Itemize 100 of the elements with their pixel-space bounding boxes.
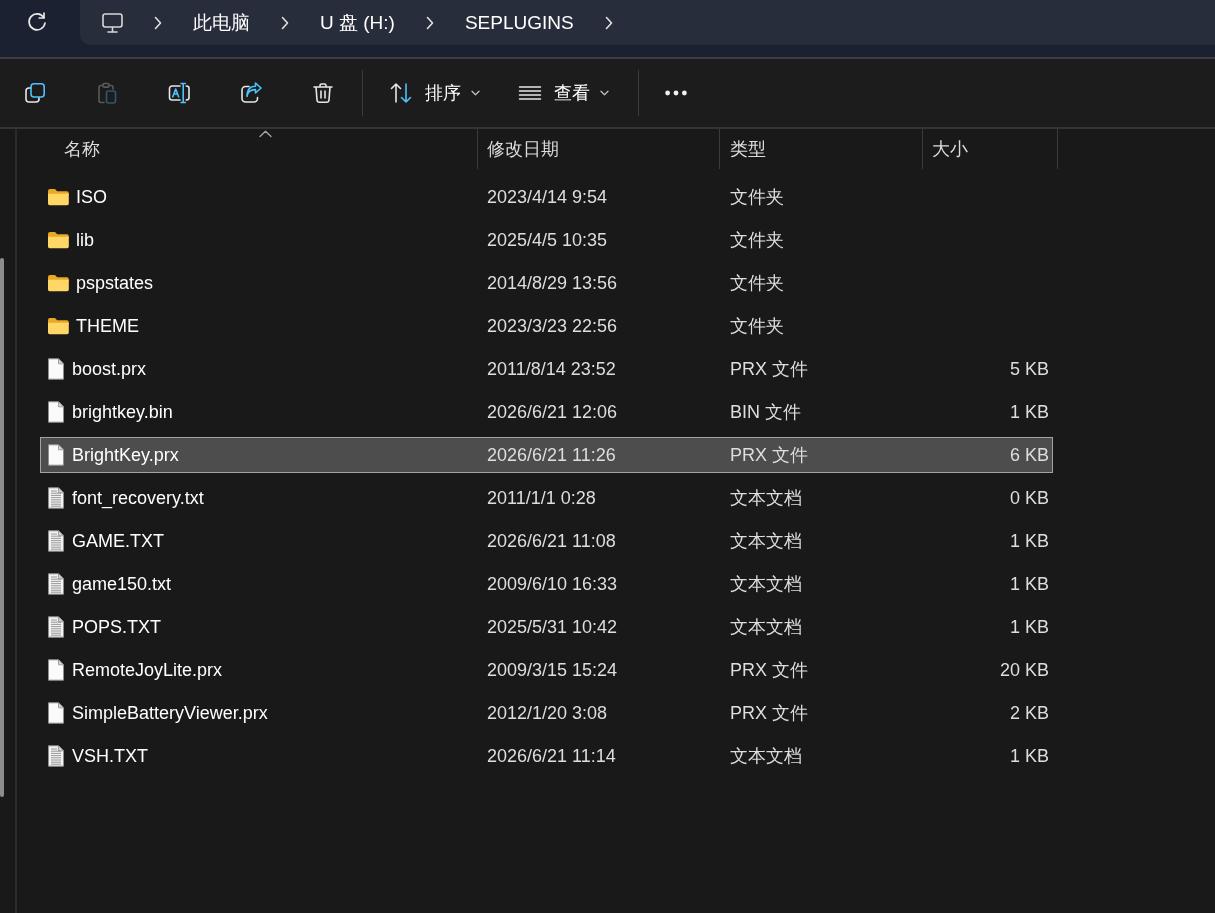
file-name: SimpleBatteryViewer.prx [72,702,268,724]
chevron-right-icon[interactable] [604,15,613,30]
file-name: pspstates [76,272,154,294]
file-row[interactable]: lib 2025/4/5 10:35 文件夹 [40,222,1053,258]
chevron-right-icon[interactable] [425,15,434,30]
file-size: 1 KB [1009,530,1049,552]
file-size: 1 KB [1009,401,1049,423]
modified-date: 2025/5/31 10:42 [487,616,618,638]
file-row[interactable]: font_recovery.txt 2011/1/1 0:28 文本文档 0 KB [40,480,1053,516]
chevron-right-icon[interactable] [281,15,289,30]
file-size: 5 KB [1009,358,1049,380]
file-row[interactable]: pspstates 2014/8/29 13:56 文件夹 [40,265,1053,301]
file-type: 文件夹 [730,315,784,338]
file-row[interactable]: brightkey.bin 2026/6/21 12:06 BIN 文件 1 KB [40,394,1053,430]
file-size: 1 KB [1009,745,1049,767]
file-type: PRX 文件 [730,358,808,381]
file-name: GAME.TXT [72,530,164,552]
file-type: PRX 文件 [730,444,808,467]
file-type: PRX 文件 [730,702,808,725]
sort-icon [389,81,413,105]
file-name: BrightKey.prx [72,444,179,466]
folder-icon [47,317,69,335]
file-row[interactable]: GAME.TXT 2026/6/21 11:08 文本文档 1 KB [40,523,1053,559]
document-icon [47,487,65,509]
folder-icon [47,188,69,206]
file-type: 文本文档 [730,573,802,596]
file-icon [47,401,65,423]
address-bar[interactable]: 此电脑 U 盘 (H:) SEPLUGINS [80,0,1215,45]
document-icon [47,530,65,552]
chevron-right-icon[interactable] [154,15,162,30]
file-type: PRX 文件 [730,659,808,682]
file-name: font_recovery.txt [72,487,204,509]
file-name: POPS.TXT [72,616,161,638]
more-icon[interactable] [665,90,687,96]
modified-date: 2026/6/21 11:08 [487,530,616,552]
file-name: THEME [76,315,139,337]
file-row[interactable]: VSH.TXT 2026/6/21 11:14 文本文档 1 KB [40,738,1053,774]
modified-date: 2014/8/29 13:56 [487,272,618,294]
breadcrumb-item[interactable]: 此电脑 [193,9,250,36]
file-icon [47,358,65,380]
file-name: lib [76,229,94,251]
file-type: BIN 文件 [730,401,801,424]
rename-icon[interactable] [167,81,191,105]
file-name: brightkey.bin [72,401,173,423]
modified-date: 2009/3/15 15:24 [487,659,618,681]
column-header[interactable]: 类型 [720,129,923,169]
modified-date: 2011/8/14 23:52 [487,358,616,380]
breadcrumb-item[interactable]: U 盘 (H:) [320,9,395,36]
trash-icon[interactable] [311,81,335,105]
caret-down-icon [600,90,609,96]
file-name: RemoteJoyLite.prx [72,659,223,681]
monitor-icon[interactable] [102,12,123,33]
refresh-icon[interactable] [27,12,47,32]
modified-date: 2023/4/14 9:54 [487,186,608,208]
file-size: 20 KB [999,659,1049,681]
column-header[interactable]: 修改日期 [478,129,720,169]
modified-date: 2026/6/21 12:06 [487,401,618,423]
document-icon [47,573,65,595]
share-icon[interactable] [239,81,263,105]
modified-date: 2026/6/21 11:14 [487,745,616,767]
file-size: 1 KB [1009,573,1049,595]
file-row[interactable]: POPS.TXT 2025/5/31 10:42 文本文档 1 KB [40,609,1053,645]
file-row[interactable]: boost.prx 2011/8/14 23:52 PRX 文件 5 KB [40,351,1053,387]
document-icon [47,616,65,638]
modified-date: 2009/6/10 16:33 [487,573,618,595]
column-header[interactable]: 大小 [923,129,1058,169]
caret-down-icon [471,90,480,96]
file-icon [47,444,65,466]
file-name: VSH.TXT [72,745,148,767]
file-type: 文件夹 [730,229,784,252]
breadcrumb-item[interactable]: SEPLUGINS [464,11,574,34]
scrollbar-thumb[interactable] [0,258,4,797]
column-header[interactable]: 名称 [40,129,478,169]
file-type: 文件夹 [730,272,784,295]
copy-icon[interactable] [23,81,47,105]
file-icon [47,659,65,681]
file-row[interactable]: THEME 2023/3/23 22:56 文件夹 [40,308,1053,344]
file-row[interactable]: ISO 2023/4/14 9:54 文件夹 [40,179,1053,215]
file-type: 文本文档 [730,616,802,639]
modified-date: 2023/3/23 22:56 [487,315,618,337]
folder-icon [47,274,69,292]
file-row[interactable]: SimpleBatteryViewer.prx 2012/1/20 3:08 PRX 文件 2 KB [40,695,1053,731]
view-button[interactable]: 查看 [516,77,611,109]
file-type: 文本文档 [730,487,802,510]
file-name: ISO [76,186,107,208]
sort-button[interactable]: 排序 [387,77,482,109]
file-size: 1 KB [1009,616,1049,638]
file-size: 2 KB [1009,702,1049,724]
modified-date: 2011/1/1 0:28 [487,487,596,509]
file-type: 文件夹 [730,186,784,209]
file-name: game150.txt [72,573,172,595]
modified-date: 2012/1/20 3:08 [487,702,608,724]
file-type: 文本文档 [730,530,802,553]
document-icon [47,745,65,767]
file-row[interactable]: game150.txt 2009/6/10 16:33 文本文档 1 KB [40,566,1053,602]
file-row[interactable]: BrightKey.prx 2026/6/21 11:26 PRX 文件 6 KB [40,437,1053,473]
file-row[interactable]: RemoteJoyLite.prx 2009/3/15 15:24 PRX 文件 20 KB [40,652,1053,688]
folder-icon [47,231,69,249]
file-size: 0 KB [1009,487,1049,509]
file-size: 6 KB [1009,444,1049,466]
